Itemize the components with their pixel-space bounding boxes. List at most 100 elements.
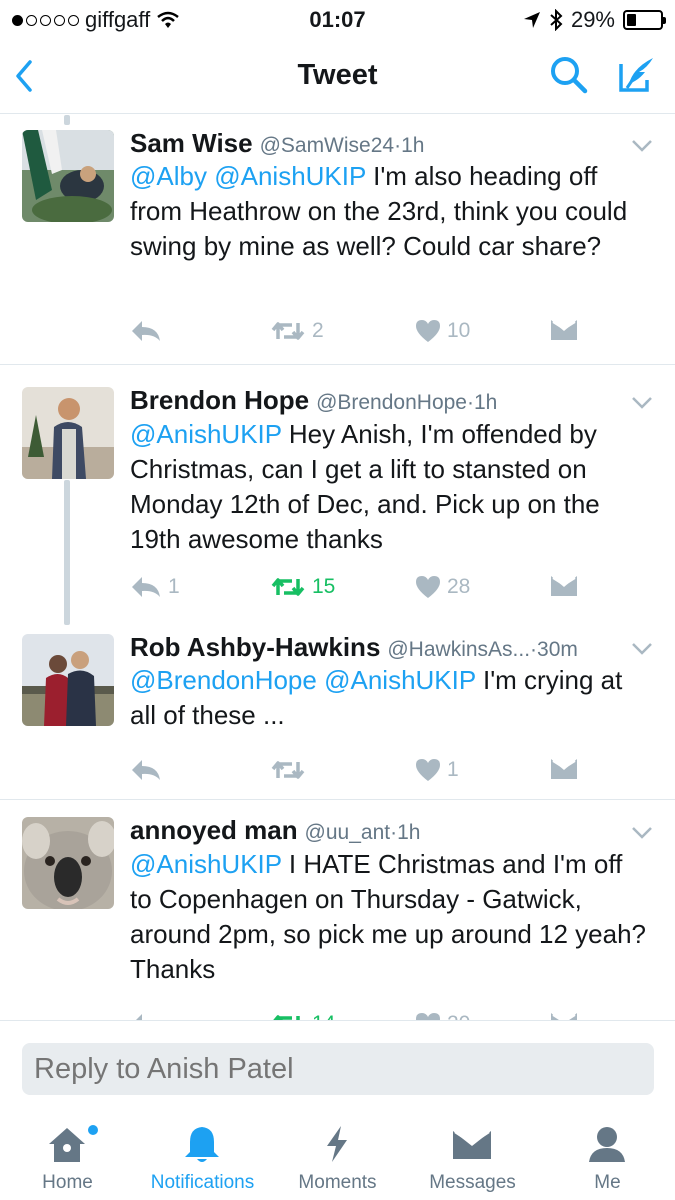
reply-icon (136, 1014, 142, 1020)
new-content-dot (88, 1125, 98, 1135)
like-button[interactable]: 20 (415, 1012, 470, 1020)
reply-input[interactable] (22, 1043, 654, 1095)
tweet-header: annoyed man @uu_ant·1h (130, 815, 655, 846)
retweet-button[interactable]: 2 (270, 319, 324, 343)
direct-message-button[interactable] (550, 575, 578, 597)
avatar[interactable] (22, 634, 114, 726)
handle[interactable]: @SamWise24 (260, 134, 395, 157)
reply-button[interactable]: 1 (130, 575, 180, 599)
avatar[interactable] (22, 130, 114, 222)
handle[interactable]: @BrendonHope (316, 391, 467, 414)
retweet-icon (271, 761, 305, 779)
heart-icon (416, 576, 440, 598)
tweet-text: @BrendonHope @AnishUKIP I'm crying at al… (130, 663, 651, 733)
direct-message-button[interactable] (550, 1012, 578, 1020)
tweet-feed[interactable]: Sam Wise @SamWise24·1h @Alby @AnishUKIP … (0, 115, 675, 1020)
mention-link[interactable]: @AnishUKIP (324, 665, 476, 695)
reply-icon (132, 321, 160, 341)
tab-me[interactable]: Me (540, 1110, 675, 1200)
location-arrow-icon (523, 12, 540, 28)
mention-link[interactable]: @BrendonHope (130, 665, 317, 695)
chevron-down-icon[interactable] (631, 139, 653, 153)
timestamp: 30m (537, 638, 578, 661)
chevron-down-icon[interactable] (631, 396, 653, 410)
tab-label: Home (42, 1172, 93, 1193)
tab-moments[interactable]: Moments (270, 1110, 405, 1200)
nav-bar: Tweet (0, 40, 675, 114)
reply-button[interactable] (130, 319, 168, 343)
person-icon (589, 1127, 625, 1162)
reply-icon (132, 760, 160, 780)
retweet-button[interactable]: 15 (270, 575, 335, 599)
direct-message-button[interactable] (550, 758, 578, 780)
like-button[interactable]: 28 (415, 575, 470, 599)
search-icon[interactable] (549, 55, 589, 95)
tweet-text: @AnishUKIP I HATE Christmas and I'm off … (130, 847, 651, 987)
reply-icon (132, 577, 160, 597)
reply-button[interactable] (130, 1012, 168, 1020)
direct-message-button[interactable] (550, 319, 578, 341)
retweet-count: 14 (312, 1012, 335, 1020)
tweet-header: Brendon Hope @BrendonHope·1h (130, 385, 655, 416)
display-name[interactable]: annoyed man (130, 815, 298, 845)
display-name[interactable]: Sam Wise (130, 128, 253, 158)
envelope-icon (551, 576, 577, 596)
tweet[interactable]: Brendon Hope @BrendonHope·1h @AnishUKIP … (0, 365, 675, 620)
retweet-icon (273, 1015, 300, 1020)
envelope-icon (551, 320, 577, 340)
like-count: 10 (447, 319, 471, 342)
like-button[interactable]: 1 (415, 758, 459, 782)
tab-notifications[interactable]: Notifications (135, 1110, 270, 1200)
compose-tweet-icon[interactable] (615, 54, 657, 96)
timestamp: 1h (473, 391, 498, 414)
timestamp: 1h (397, 821, 421, 844)
tweet[interactable]: Sam Wise @SamWise24·1h @Alby @AnishUKIP … (0, 115, 675, 365)
retweet-count: 2 (312, 319, 324, 342)
lightning-icon (327, 1126, 347, 1162)
tweet-text: @Alby @AnishUKIP I'm also heading off fr… (130, 159, 651, 264)
reply-button[interactable] (130, 758, 168, 782)
tab-messages[interactable]: Messages (405, 1110, 540, 1200)
status-right: 29% (523, 7, 666, 33)
tweet-header: Rob Ashby-Hawkins @HawkinsAs...·30m (130, 632, 655, 663)
mention-link[interactable]: @AnishUKIP (214, 161, 366, 191)
chevron-down-icon[interactable] (631, 826, 653, 840)
separator-dot: · (466, 391, 474, 414)
like-count: 28 (447, 575, 471, 598)
handle[interactable]: @HawkinsAs... (387, 638, 530, 661)
envelope-icon (551, 759, 577, 779)
handle[interactable]: @uu_ant (305, 821, 391, 844)
like-count: 20 (447, 1012, 470, 1020)
envelope-icon (453, 1130, 491, 1159)
bluetooth-icon (550, 9, 563, 31)
retweet-button[interactable] (270, 758, 312, 782)
reply-bar (0, 1020, 675, 1110)
home-icon (49, 1128, 85, 1162)
tab-label: Me (594, 1172, 621, 1193)
avatar[interactable] (22, 817, 114, 909)
mention-link[interactable]: @AnishUKIP (130, 849, 282, 879)
mention-link[interactable]: @Alby (130, 161, 207, 191)
tweet[interactable]: annoyed man @uu_ant·1h @AnishUKIP I HATE… (0, 800, 675, 1020)
tab-label: Notifications (150, 1172, 255, 1193)
heart-icon (416, 759, 440, 781)
retweet-button[interactable]: 14 (270, 1012, 335, 1020)
tweet-actions: 1 (130, 758, 610, 788)
heart-icon (416, 1013, 440, 1020)
tweet-actions: 1 15 28 (130, 575, 610, 605)
display-name[interactable]: Brendon Hope (130, 385, 309, 415)
like-button[interactable]: 10 (415, 319, 470, 343)
heart-icon (416, 320, 440, 342)
mention-link[interactable]: @AnishUKIP (130, 419, 282, 449)
tweet-actions: 2 10 (130, 319, 610, 349)
avatar[interactable] (22, 387, 114, 479)
tweet[interactable]: Rob Ashby-Hawkins @HawkinsAs...·30m @Bre… (0, 620, 675, 800)
chevron-down-icon[interactable] (631, 642, 653, 656)
tweet-header: Sam Wise @SamWise24·1h (130, 128, 655, 159)
retweet-icon (271, 578, 305, 596)
tweet-text: @AnishUKIP Hey Anish, I'm offended by Ch… (130, 417, 651, 557)
tab-label: Messages (429, 1172, 516, 1193)
battery-percent: 29% (570, 7, 615, 32)
tab-home[interactable]: Home (0, 1110, 135, 1200)
display-name[interactable]: Rob Ashby-Hawkins (130, 632, 380, 662)
